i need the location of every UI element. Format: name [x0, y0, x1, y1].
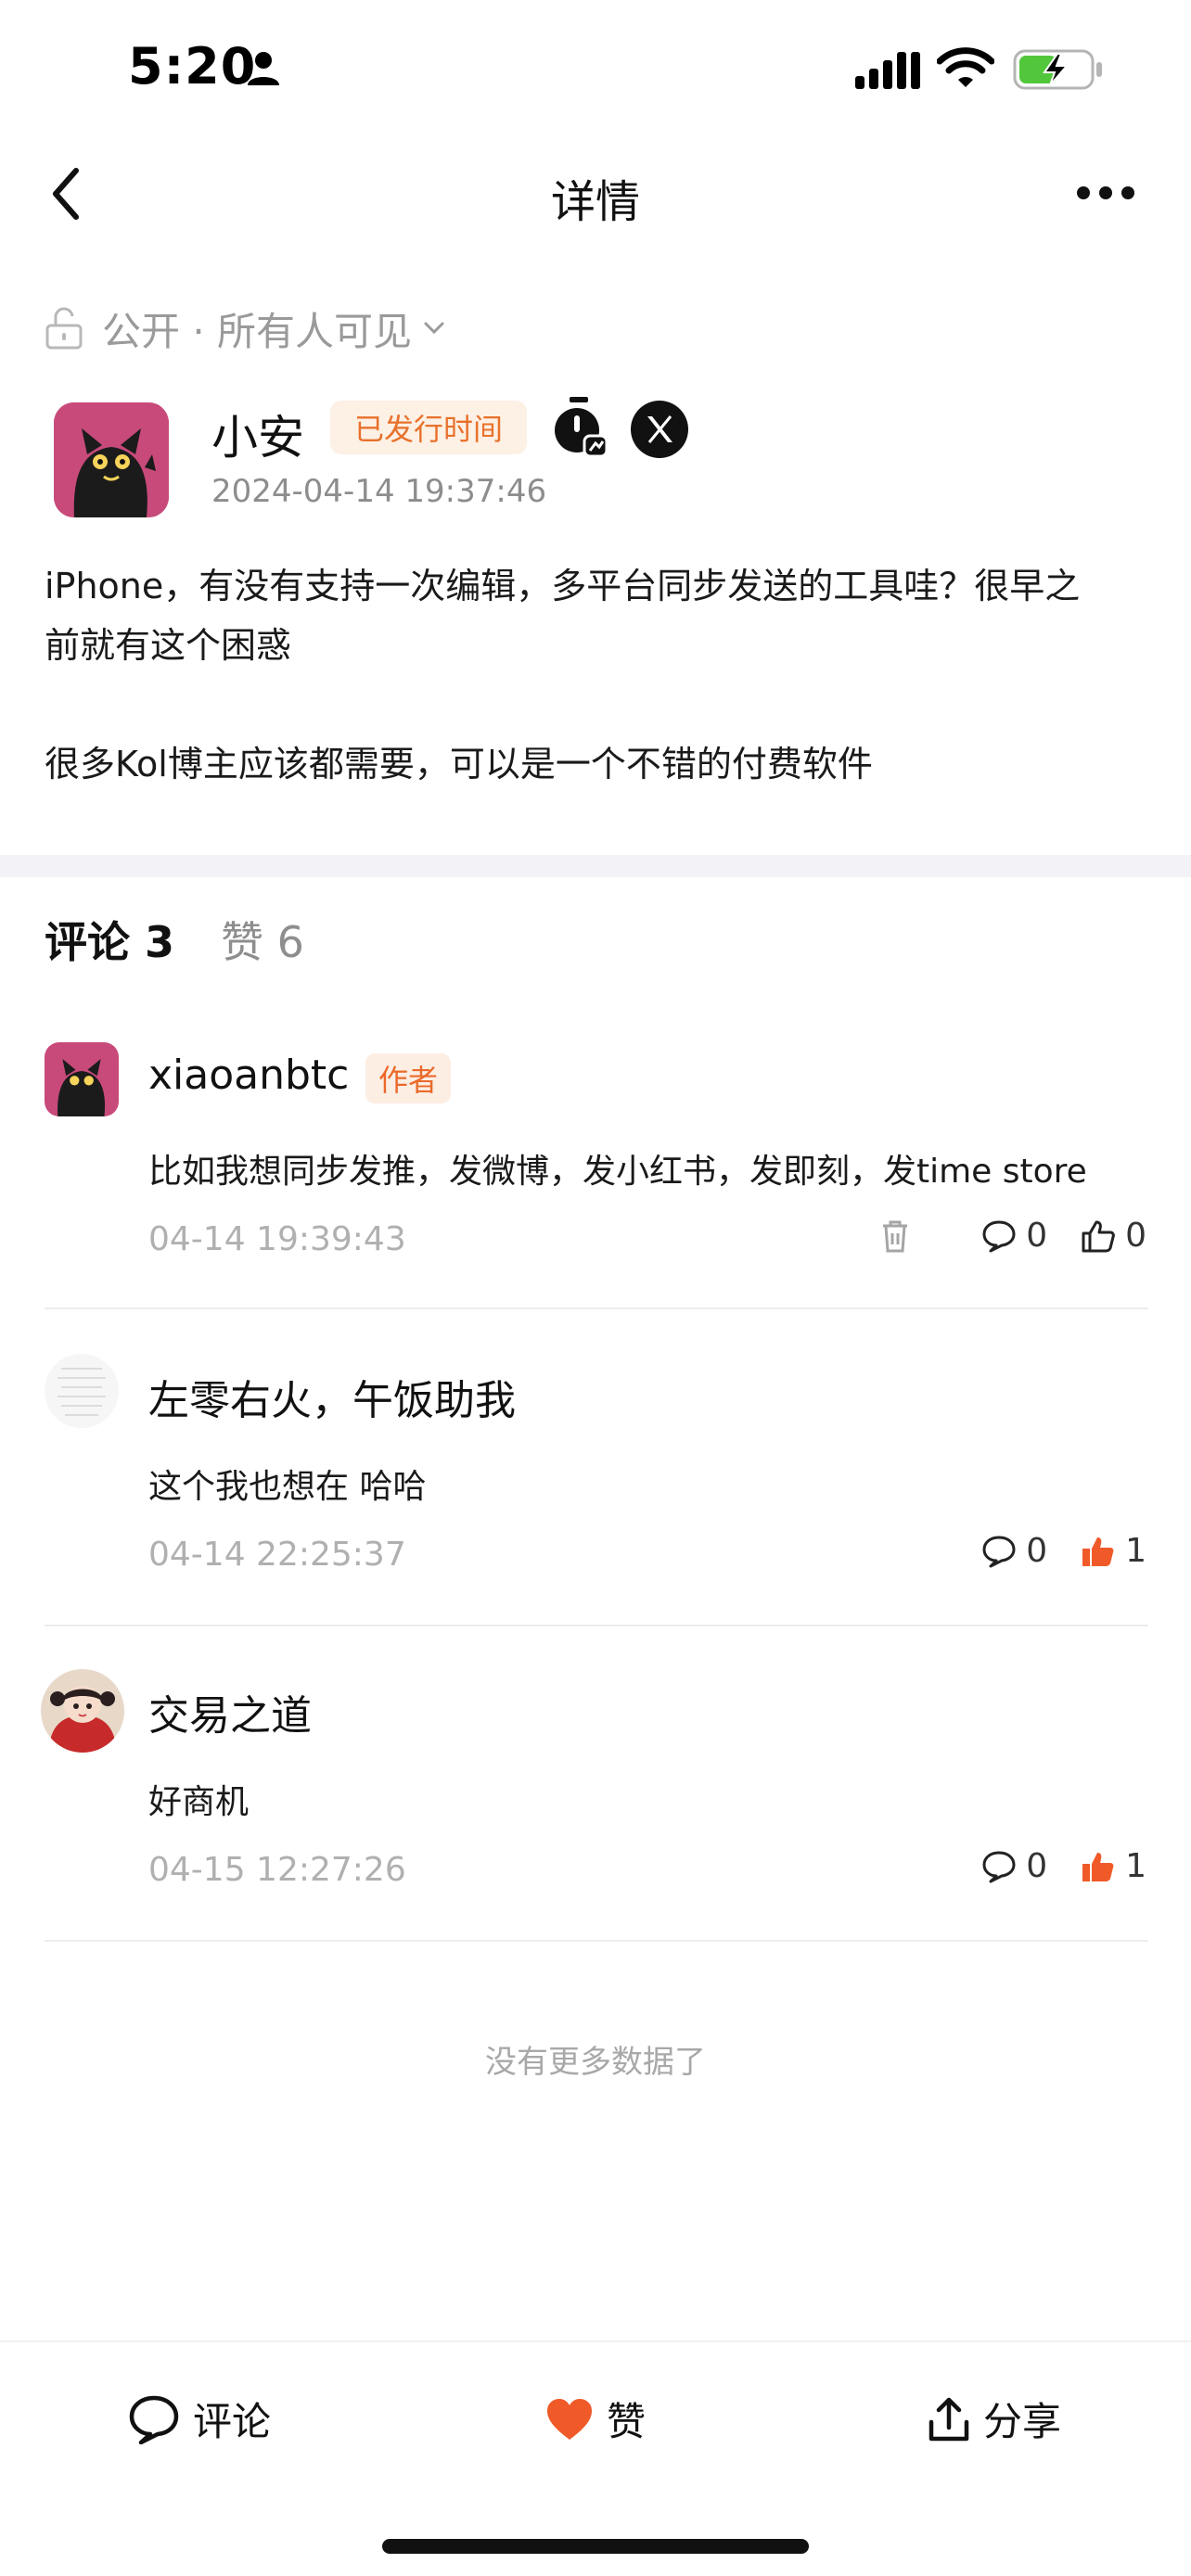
thumbs-up-filled-icon [1082, 1852, 1114, 1881]
reply-button[interactable]: 0 [981, 1532, 1047, 1570]
section-divider [0, 855, 1191, 877]
share-button[interactable]: 分享 [928, 2391, 1061, 2447]
person-icon [248, 52, 279, 85]
share-icon [928, 2397, 969, 2441]
home-indicator [382, 2539, 809, 2554]
comment-time: 04-15 12:27:26 [148, 1851, 406, 1889]
like-post-button[interactable]: 赞 [545, 2391, 646, 2447]
thumbs-up-filled-icon [1082, 1537, 1114, 1566]
status-time: 5:20 [128, 37, 257, 96]
girl-avatar-icon [41, 1669, 124, 1753]
battery-icon [1013, 49, 1102, 90]
reply-count: 0 [1026, 1532, 1048, 1570]
comment-time: 04-14 19:39:43 [148, 1220, 406, 1258]
comment-bubble-icon [982, 1220, 1016, 1252]
like-button[interactable]: 1 [1081, 1847, 1146, 1885]
avatar[interactable] [45, 1042, 119, 1116]
reply-button[interactable]: 0 [981, 1847, 1047, 1885]
post-timestamp: 2024-04-14 19:37:46 [211, 473, 547, 510]
comment-button[interactable]: 评论 [128, 2391, 271, 2447]
black-cat-avatar-icon [45, 1042, 119, 1116]
tab-comments[interactable]: 评论 3 [45, 909, 174, 970]
signal-icon [855, 52, 920, 89]
post-text-line: 很多Kol博主应该都需要，可以是一个不错的付费软件 [45, 744, 873, 784]
stopwatch-icon [555, 397, 608, 458]
document-avatar-icon [45, 1354, 119, 1428]
avatar[interactable] [45, 1354, 119, 1428]
author-name[interactable]: 小安 [211, 401, 304, 467]
heart-icon [547, 2398, 592, 2440]
page-title: 详情 [550, 176, 640, 228]
comment-item: 交易之道 好商机 04-15 12:27:26 0 1 [0, 1669, 1191, 1942]
trash-icon[interactable] [879, 1218, 911, 1254]
privacy-selector[interactable]: 公开 · 所有人可见 [45, 300, 464, 356]
comment-text: 好商机 [148, 1783, 250, 1821]
reply-count: 0 [1026, 1847, 1048, 1885]
reply-count: 0 [1026, 1217, 1048, 1255]
comment-actions: 0 0 [879, 1217, 1146, 1255]
comment-bubble-icon [129, 2395, 179, 2444]
comment-author[interactable]: xiaoanbtc [148, 1052, 349, 1099]
comment-item: 左零右火，午饭助我 这个我也想在 哈哈 04-14 22:25:37 0 1 [0, 1354, 1191, 1626]
comment-divider [45, 1307, 1148, 1309]
more-icon[interactable] [1076, 176, 1135, 210]
comment-actions: 0 1 [948, 1847, 1146, 1885]
status-badge: 已发行时间 [330, 401, 528, 454]
comment-text: 比如我想同步发推，发微博，发小红书，发即刻，发time store [148, 1153, 1087, 1191]
avatar[interactable] [41, 1669, 124, 1753]
post-text-line: 前就有这个困惑 [45, 625, 292, 666]
comment-bubble-icon [982, 1851, 1016, 1882]
comment-like-tabs: 评论 3 赞 6 [45, 907, 304, 972]
nav-bar: 详情 [0, 139, 1191, 250]
comment-divider [45, 1940, 1148, 1942]
x-logo-icon[interactable] [631, 401, 688, 458]
comment-author[interactable]: 左零右火，午饭助我 [148, 1367, 516, 1426]
comment-author[interactable]: 交易之道 [148, 1682, 312, 1741]
tab-likes[interactable]: 赞 6 [221, 909, 304, 970]
like-count: 1 [1125, 1532, 1146, 1570]
comment-button-label: 评论 [193, 2399, 272, 2444]
like-button[interactable]: 1 [1081, 1532, 1146, 1570]
author-avatar[interactable] [54, 402, 169, 517]
like-count: 1 [1125, 1847, 1146, 1885]
comment-time: 04-14 22:25:37 [148, 1536, 406, 1574]
comment-actions: 0 1 [948, 1532, 1146, 1570]
comment-text: 这个我也想在 哈哈 [148, 1468, 427, 1506]
reply-button[interactable]: 0 [981, 1217, 1047, 1255]
like-button-label: 赞 [607, 2399, 647, 2444]
chevron-down-icon [424, 322, 444, 335]
share-button-label: 分享 [983, 2399, 1062, 2444]
post-body: iPhone，有没有支持一次编辑，多平台同步发送的工具哇？很早之 前就有这个困惑… [45, 556, 1158, 794]
no-more-data-label: 没有更多数据了 [485, 2044, 706, 2081]
comment-divider [45, 1625, 1148, 1626]
author-badge: 作者 [365, 1053, 452, 1103]
like-count: 0 [1125, 1217, 1146, 1255]
thumbs-up-icon [1082, 1220, 1115, 1252]
black-cat-avatar-icon [54, 402, 169, 517]
wifi-icon [937, 47, 994, 87]
post-text-line: iPhone，有没有支持一次编辑，多平台同步发送的工具哇？很早之 [45, 566, 1081, 606]
status-bar: 5:20 [0, 0, 1191, 139]
privacy-label: 公开 · 所有人可见 [102, 308, 413, 354]
like-button[interactable]: 0 [1081, 1217, 1146, 1255]
unlock-icon [45, 307, 83, 350]
comment-bubble-icon [982, 1536, 1016, 1567]
comment-item: xiaoanbtc 作者 比如我想同步发推，发微博，发小红书，发即刻，发time… [0, 1039, 1191, 1309]
